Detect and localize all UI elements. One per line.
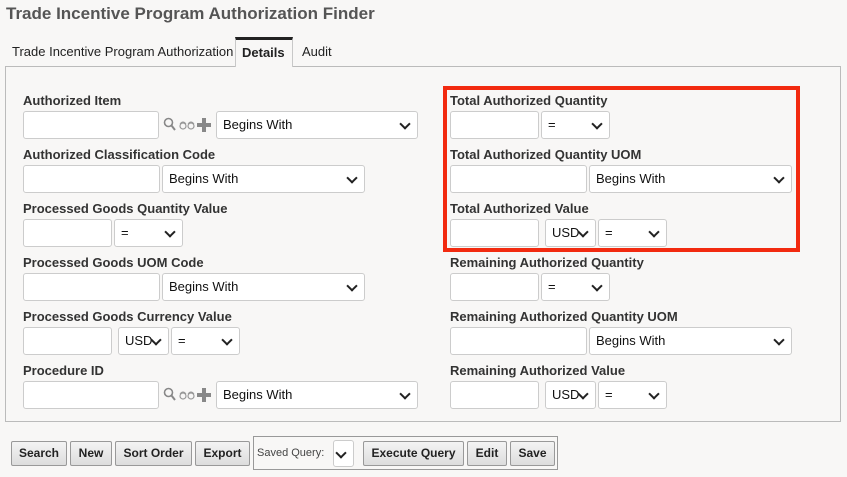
glasses-icon[interactable] [179,390,195,400]
tab-details[interactable]: Details [235,37,293,67]
new-button[interactable]: New [70,441,112,466]
saved-query-select[interactable] [333,440,354,467]
processed-goods-quantity-value-operator-select[interactable]: = [114,219,183,247]
lookup-icons [163,111,211,139]
procedure-id-operator-select[interactable]: Begins With [216,381,418,409]
processed-goods-uom-code-label: Processed Goods UOM Code [23,255,204,270]
plus-icon[interactable] [197,118,211,132]
remaining-authorized-quantity-uom-label: Remaining Authorized Quantity UOM [450,309,678,324]
plus-icon[interactable] [197,388,211,402]
authorized-classification-code-operator-select[interactable]: Begins With [162,165,365,193]
sort-order-button[interactable]: Sort Order [115,441,192,466]
processed-goods-currency-value-input[interactable] [23,327,112,355]
remaining-authorized-quantity-label: Remaining Authorized Quantity [450,255,644,270]
lookup-icons [163,381,211,409]
authorized-item-operator-select[interactable]: Begins With [216,111,418,139]
glasses-icon[interactable] [179,120,195,130]
processed-goods-currency-value-currency-select[interactable]: USD [118,327,169,355]
execute-query-button[interactable]: Execute Query [363,441,464,466]
authorized-classification-code-label: Authorized Classification Code [23,147,216,162]
remaining-authorized-quantity-uom-input[interactable] [450,327,587,355]
tab-audit[interactable]: Audit [296,37,338,66]
tab-trade-incentive-program-authorization[interactable]: Trade Incentive Program Authorization [6,37,239,66]
authorized-item-label: Authorized Item [23,93,122,108]
procedure-id-input[interactable] [23,381,159,409]
search-button[interactable]: Search [11,441,67,466]
remaining-authorized-quantity-input[interactable] [450,273,539,301]
authorized-item-input[interactable] [23,111,159,139]
procedure-id-label: Procedure ID [23,363,104,378]
remaining-authorized-quantity-uom-operator-select[interactable]: Begins With [589,327,792,355]
edit-button[interactable]: Edit [467,441,507,466]
export-button[interactable]: Export [195,441,250,466]
saved-query-label: Saved Query: [257,447,325,459]
processed-goods-quantity-value-label: Processed Goods Quantity Value [23,201,228,216]
remaining-authorized-value-operator-select[interactable]: = [598,381,667,409]
processed-goods-currency-value-operator-select[interactable]: = [171,327,240,355]
remaining-authorized-value-currency-select[interactable]: USD [545,381,596,409]
remaining-authorized-value-label: Remaining Authorized Value [450,363,626,378]
authorized-classification-code-input[interactable] [23,165,160,193]
highlight-box [443,86,800,252]
processed-goods-uom-code-input[interactable] [23,273,160,301]
processed-goods-uom-code-operator-select[interactable]: Begins With [162,273,365,301]
processed-goods-currency-value-label: Processed Goods Currency Value [23,309,232,324]
save-button[interactable]: Save [510,441,555,466]
remaining-authorized-value-input[interactable] [450,381,539,409]
search-icon[interactable] [163,117,177,133]
search-icon[interactable] [163,387,177,403]
remaining-authorized-quantity-operator-select[interactable]: = [541,273,610,301]
processed-goods-quantity-value-input[interactable] [23,219,112,247]
page-title: Trade Incentive Program Authorization Fi… [6,4,375,23]
